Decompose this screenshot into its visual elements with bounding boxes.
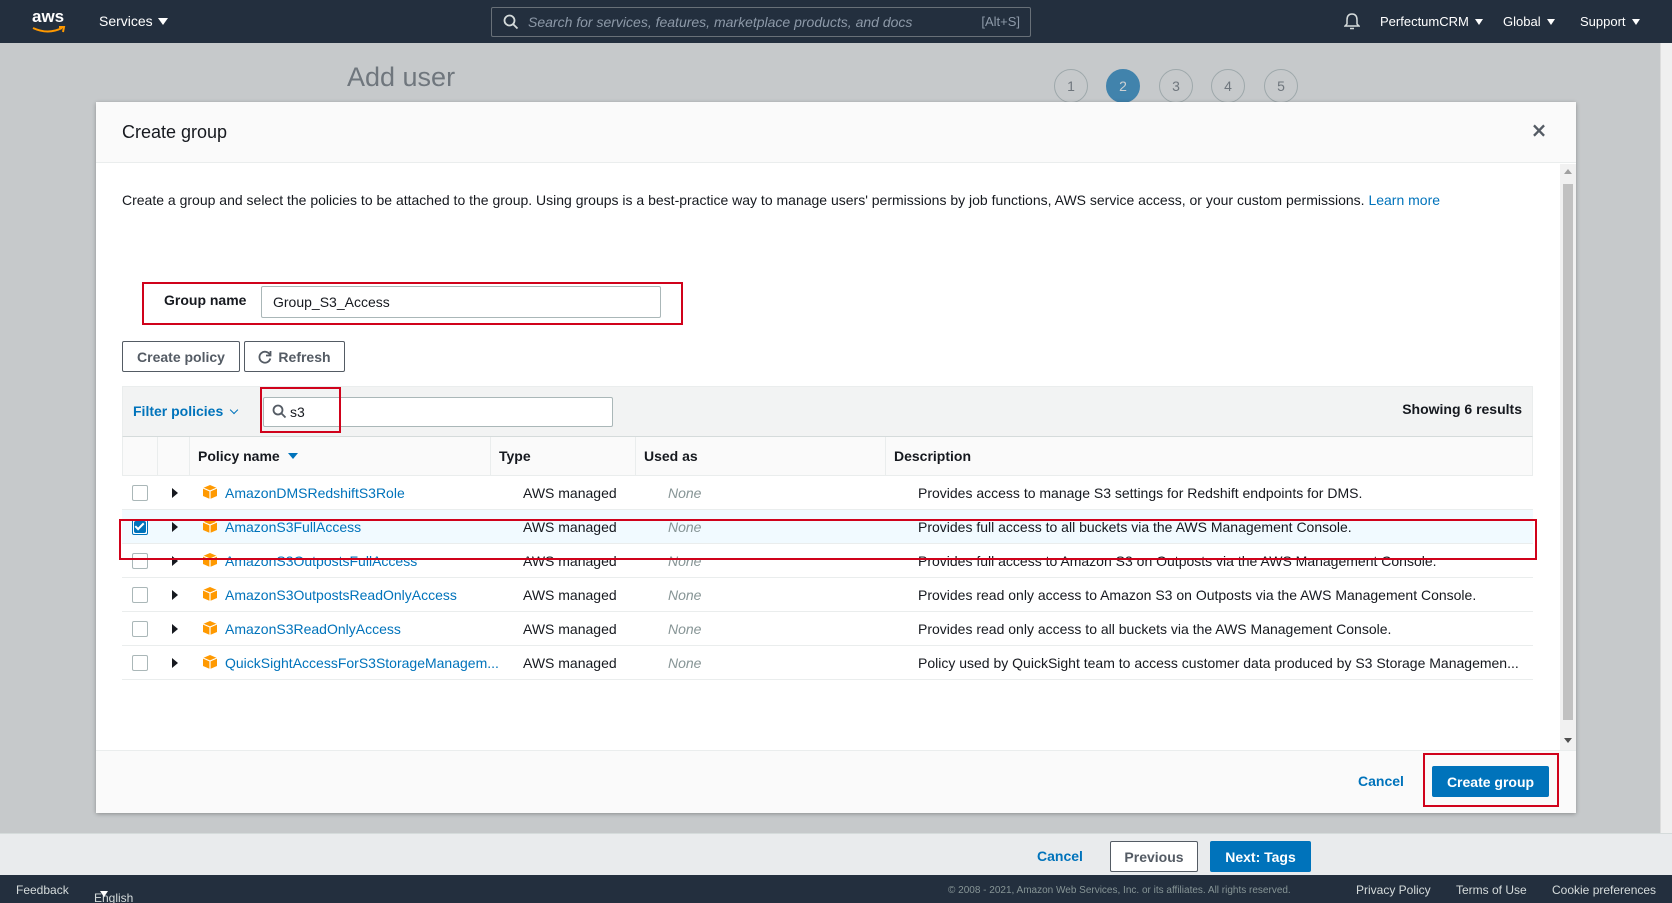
policy-cube-icon — [202, 655, 218, 669]
policy-description: Provides read only access to Amazon S3 o… — [918, 587, 1477, 603]
table-header: Policy name Type Used as Description — [122, 436, 1533, 476]
feedback-link[interactable]: Feedback — [16, 883, 69, 897]
expand-row-icon[interactable] — [172, 624, 178, 634]
row-checkbox[interactable] — [132, 655, 148, 671]
caret-down-icon — [1474, 19, 1483, 25]
scroll-down-icon[interactable] — [1564, 738, 1572, 743]
region-menu[interactable]: Global — [1503, 14, 1555, 29]
policy-used-as: None — [668, 587, 702, 603]
modal-title: Create group — [122, 122, 228, 142]
policy-description: Policy used by QuickSight team to access… — [918, 655, 1519, 671]
modal-body: Create a group and select the policies t… — [96, 164, 1560, 750]
table-row[interactable]: AmazonS3ReadOnlyAccess AWS managed None Pro… — [122, 612, 1533, 646]
modal-scrollbar[interactable] — [1560, 164, 1576, 750]
selected-row-highlight — [119, 519, 1537, 560]
search-shortcut-hint: [Alt+S] — [981, 14, 1020, 29]
cancel-button[interactable]: Cancel — [1358, 773, 1404, 789]
group-name-label: Group name — [164, 292, 247, 308]
refresh-icon — [259, 350, 272, 364]
policy-name-link[interactable]: AmazonS3OutpostsReadOnlyAccess — [225, 587, 457, 603]
policy-type: AWS managed — [523, 621, 617, 637]
aws-smile-icon — [32, 26, 66, 33]
filter-policies-dropdown[interactable]: Filter policies — [133, 403, 239, 419]
search-icon — [503, 14, 519, 30]
group-name-input[interactable] — [261, 286, 661, 318]
policy-cube-icon — [202, 587, 218, 601]
modal-header: Create group × — [96, 102, 1576, 163]
aws-logo[interactable]: aws — [32, 8, 72, 36]
previous-button[interactable]: Previous — [1110, 841, 1198, 872]
column-policy-name[interactable]: Policy name — [189, 437, 490, 475]
chevron-down-icon — [230, 405, 239, 415]
intro-text: Create a group and select the policies t… — [122, 192, 1441, 208]
policy-cube-icon — [202, 621, 218, 635]
table-row[interactable]: AmazonS3OutpostsReadOnlyAccess AWS manage… — [122, 578, 1533, 612]
refresh-button[interactable]: Refresh — [244, 341, 345, 372]
policy-name-link[interactable]: QuickSightAccessForS3StorageManagem... — [225, 655, 499, 671]
policy-used-as: None — [668, 621, 702, 637]
wizard-cancel-button[interactable]: Cancel — [1037, 848, 1083, 864]
table-row[interactable]: QuickSightAccessForS3StorageManagem... AW… — [122, 646, 1533, 680]
policy-used-as: None — [668, 655, 702, 671]
expand-row-icon[interactable] — [172, 658, 178, 668]
modal-footer: Cancel Create group — [96, 750, 1576, 813]
learn-more-link[interactable]: Learn more — [1368, 192, 1440, 208]
bell-icon[interactable] — [1344, 13, 1360, 30]
filter-bar: Filter policies Showing 6 results — [122, 386, 1533, 436]
cookie-preferences-link[interactable]: Cookie preferences — [1552, 883, 1656, 897]
terms-of-use-link[interactable]: Terms of Use — [1456, 883, 1527, 897]
services-menu[interactable]: Services — [99, 13, 168, 29]
privacy-policy-link[interactable]: Privacy Policy — [1356, 883, 1431, 897]
global-search-input[interactable] — [528, 12, 948, 32]
create-policy-button[interactable]: Create policy — [122, 341, 240, 372]
support-menu[interactable]: Support — [1580, 14, 1640, 29]
footer: Feedback English (US) © 2008 - 2021, Ama… — [0, 875, 1672, 903]
policy-used-as: None — [668, 485, 702, 501]
column-description[interactable]: Description — [885, 437, 1532, 475]
next-tags-button[interactable]: Next: Tags — [1210, 841, 1311, 872]
account-menu[interactable]: PerfectumCRM — [1380, 14, 1483, 29]
caret-down-icon — [1631, 19, 1640, 25]
column-used-as[interactable]: Used as — [635, 437, 885, 475]
header-expand — [157, 437, 189, 475]
scroll-up-icon[interactable] — [1564, 169, 1572, 174]
search-highlight — [260, 387, 341, 433]
expand-row-icon[interactable] — [172, 590, 178, 600]
policy-name-link[interactable]: AmazonDMSRedshiftS3Role — [225, 485, 405, 501]
page-scrollbar[interactable] — [1660, 43, 1672, 833]
create-group-button[interactable]: Create group — [1432, 766, 1549, 797]
policy-cube-icon — [202, 485, 218, 499]
create-group-modal: Create group × Create a group and select… — [96, 102, 1576, 813]
row-checkbox[interactable] — [132, 587, 148, 603]
policy-type: AWS managed — [523, 655, 617, 671]
expand-row-icon[interactable] — [172, 488, 178, 498]
wizard-actions-bar: Cancel Previous Next: Tags — [0, 833, 1672, 875]
caret-down-icon — [157, 18, 168, 25]
policy-type: AWS managed — [523, 587, 617, 603]
policy-name-link[interactable]: AmazonS3ReadOnlyAccess — [225, 621, 401, 637]
global-search[interactable]: [Alt+S] — [491, 7, 1031, 37]
results-count: Showing 6 results — [1402, 401, 1522, 417]
policy-description: Provides read only access to all buckets… — [918, 621, 1392, 637]
top-nav: aws Services [Alt+S] PerfectumCRM Global… — [0, 0, 1672, 43]
policy-description: Provides access to manage S3 settings fo… — [918, 485, 1363, 501]
caret-down-icon — [1546, 19, 1555, 25]
row-checkbox[interactable] — [132, 621, 148, 637]
table-row[interactable]: AmazonDMSRedshiftS3Role AWS managed None Pr… — [122, 476, 1533, 510]
close-icon[interactable]: × — [1529, 120, 1549, 140]
sort-desc-icon — [287, 453, 298, 459]
copyright-text: © 2008 - 2021, Amazon Web Services, Inc.… — [948, 885, 1291, 896]
column-type[interactable]: Type — [490, 437, 635, 475]
caret-down-icon — [100, 891, 108, 897]
scroll-thumb[interactable] — [1563, 184, 1573, 720]
policy-type: AWS managed — [523, 485, 617, 501]
row-checkbox[interactable] — [132, 485, 148, 501]
header-select — [123, 437, 157, 475]
